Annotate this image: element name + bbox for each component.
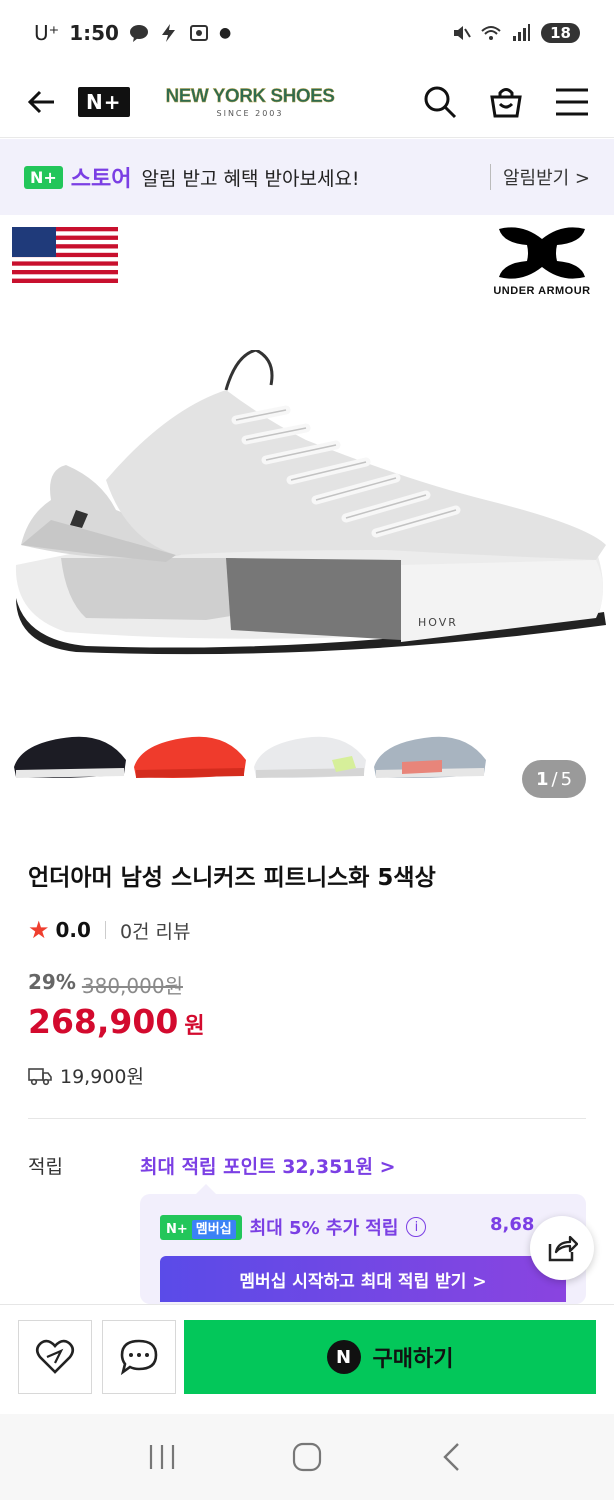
nplus-logo-text: N+	[86, 89, 122, 114]
points-label: 적립	[28, 1156, 63, 1178]
back-button[interactable]	[24, 84, 60, 120]
product-title: 언더아머 남성 스니커즈 피트니스화 5색상	[28, 865, 436, 891]
back-arrow-icon	[27, 90, 54, 113]
price-row: 268,900 원	[28, 1002, 205, 1041]
wishlist-button[interactable]	[18, 1320, 92, 1394]
shipping-row: 19,900원	[28, 1062, 144, 1089]
battery-indicator: 18	[541, 23, 580, 43]
sale-price: 268,900	[28, 1002, 179, 1041]
chat-bubble-icon	[120, 1339, 158, 1376]
shoe-image: HOVR	[15, 350, 606, 655]
discount-row: 29% 380,000원	[28, 970, 183, 999]
notification-banner: N+ 스토어 알림 받고 혜택 받아보세요! 알림받기 >	[0, 139, 614, 215]
talk-talk-button[interactable]	[102, 1320, 176, 1394]
rating-row[interactable]: ★ 0.0 0건 리뷰	[28, 916, 191, 944]
star-icon: ★	[28, 916, 50, 944]
thumbnail-red[interactable]	[132, 722, 248, 784]
nplus-logo[interactable]: N+	[78, 86, 130, 117]
current-page: 1	[535, 768, 549, 790]
rating-divider	[104, 921, 106, 939]
carrier-label: U⁺	[34, 21, 60, 45]
buy-button[interactable]: N 구매하기	[184, 1320, 596, 1394]
system-back-button[interactable]	[430, 1435, 474, 1479]
recent-apps-icon	[150, 1445, 175, 1469]
system-navigation-bar	[0, 1414, 614, 1500]
us-flag-icon	[12, 227, 118, 283]
app-header: N+ NEW YORK SHOES SINCE 2003	[0, 66, 614, 138]
thumbnail-white[interactable]	[252, 722, 368, 784]
delivery-truck-icon	[28, 1067, 52, 1085]
signal-icon	[513, 24, 531, 41]
status-bar: U⁺ 1:50 ● 18	[0, 0, 614, 66]
status-left: U⁺ 1:50 ●	[34, 21, 231, 45]
naver-pay-logo: N	[326, 1340, 361, 1374]
store-name: NEW YORK SHOES	[165, 85, 335, 107]
section-divider	[28, 1118, 586, 1119]
menu-button[interactable]	[554, 84, 590, 120]
currency-label: 원	[184, 1014, 205, 1039]
nplus-badge: N+	[24, 165, 63, 189]
bolt-icon	[161, 24, 175, 42]
thumbnail-gray[interactable]	[372, 722, 488, 784]
thumbnail-black[interactable]	[12, 722, 128, 784]
notification-subscribe-link[interactable]: 알림받기 >	[489, 164, 590, 190]
share-button[interactable]	[530, 1216, 594, 1280]
membership-badge: N+ 멤버십	[160, 1214, 242, 1240]
screenshot-icon	[189, 25, 208, 41]
discount-rate: 29%	[28, 970, 76, 994]
membership-box: N+ 멤버십 최대 5% 추가 적립 i 8,68 멤버십 시작하고 최대 적립 …	[140, 1184, 586, 1304]
membership-row: N+ 멤버십 최대 5% 추가 적립 i	[160, 1214, 427, 1240]
dot-icon: ●	[218, 25, 232, 41]
info-icon[interactable]: i	[406, 1217, 427, 1237]
search-button[interactable]	[422, 84, 458, 120]
header-actions	[422, 84, 590, 120]
rating-value: 0.0	[55, 918, 91, 942]
home-icon	[292, 1442, 322, 1472]
cart-button[interactable]	[488, 84, 524, 120]
chevron-left-icon	[442, 1443, 459, 1471]
wifi-icon	[481, 26, 501, 40]
total-pages: 5	[560, 768, 573, 790]
heart-icon	[35, 1339, 75, 1374]
home-button[interactable]	[285, 1435, 329, 1479]
store-logo[interactable]: NEW YORK SHOES SINCE 2003	[165, 85, 335, 118]
store-word: 스토어	[70, 167, 132, 192]
purchase-bar: N 구매하기	[0, 1304, 614, 1414]
membership-amount: 8,68	[490, 1214, 535, 1235]
notice-text: 알림 받고 혜택 받아보세요!	[141, 167, 360, 190]
page-separator: /	[551, 768, 558, 790]
talk-notification-icon	[129, 25, 148, 42]
menu-icon	[556, 88, 588, 115]
mute-icon	[454, 26, 471, 40]
store-since: SINCE 2003	[216, 108, 284, 118]
brand-logo: UNDER ARMOUR	[482, 225, 602, 297]
shipping-fee: 19,900원	[60, 1066, 144, 1088]
status-right: 18	[451, 23, 580, 43]
gallery-page-indicator: 1 / 5	[522, 760, 586, 798]
review-count[interactable]: 0건 리뷰	[120, 917, 191, 944]
original-price: 380,000원	[81, 974, 183, 998]
hovr-label: HOVR	[418, 616, 458, 629]
clock: 1:50	[69, 21, 119, 45]
search-icon	[424, 86, 457, 118]
under-armour-logo-icon	[499, 227, 585, 279]
thumbnail-strip	[12, 722, 488, 784]
buy-button-label: 구매하기	[372, 1347, 454, 1372]
share-icon	[548, 1235, 578, 1262]
membership-badge-label: 멤버십	[191, 1219, 236, 1239]
max-points-link[interactable]: 최대 적립 포인트 32,351원 >	[140, 1152, 396, 1179]
membership-badge-brand: N+	[166, 1221, 188, 1237]
membership-text: 최대 5% 추가 적립	[249, 1218, 399, 1239]
brand-name: UNDER ARMOUR	[493, 285, 591, 297]
membership-start-button[interactable]: 멤버십 시작하고 최대 적립 받기 >	[160, 1256, 566, 1302]
product-image-area[interactable]: UNDER ARMOUR HOVR	[0, 215, 614, 715]
shopping-bag-icon	[490, 87, 522, 117]
recent-apps-button[interactable]	[140, 1435, 184, 1479]
